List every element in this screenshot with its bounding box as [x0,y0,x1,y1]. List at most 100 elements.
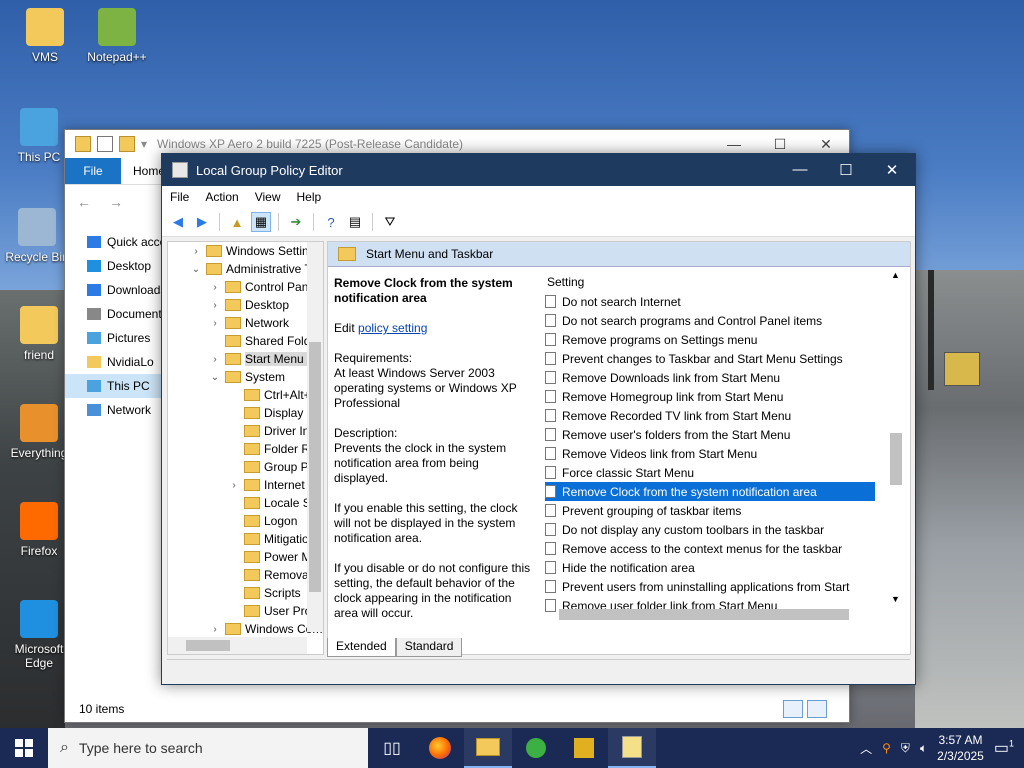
taskbar-app-button[interactable] [560,728,608,768]
expand-chevron-icon[interactable]: › [209,300,221,311]
scroll-down-icon[interactable]: ▼ [891,594,900,604]
tree-node[interactable]: Display [168,404,323,422]
setting-row[interactable]: Do not display any custom toolbars in th… [545,520,875,539]
tree-node[interactable]: Power Management [168,548,323,566]
tree-node[interactable]: Removable Storage Access [168,566,323,584]
back-arrow-icon[interactable]: ← [77,194,91,210]
taskbar-internet-explorer-button[interactable] [512,728,560,768]
setting-row[interactable]: Do not search Internet [545,292,875,311]
gpe-maximize-button[interactable]: ☐ [823,161,869,179]
tree-node[interactable]: ›Internet Communication Management [168,476,323,494]
filter-icon[interactable]: ⛛ [380,212,400,232]
explorer-close-button[interactable]: ✕ [803,136,849,153]
setting-row[interactable]: Remove Clock from the system notificatio… [545,482,875,501]
setting-row[interactable]: Remove Downloads link from Start Menu [545,368,875,387]
tree-node[interactable]: › Windows Settings [168,242,323,260]
scroll-up-icon[interactable]: ▲ [891,270,900,280]
setting-row[interactable]: Prevent users from uninstalling applicat… [545,577,875,596]
explorer-sidebar-item[interactable]: Desktop [65,254,163,278]
settings-vertical-scrollbar[interactable]: ▲ ▼ [888,268,904,606]
new-folder-icon[interactable] [119,136,135,152]
tree-node[interactable]: Scripts [168,584,323,602]
tree-node[interactable]: Ctrl+Alt+Del Options [168,386,323,404]
gpe-minimize-button[interactable]: — [777,161,823,179]
settings-hscroll-thumb[interactable] [559,609,849,620]
setting-row[interactable]: Remove access to the context menus for t… [545,539,875,558]
forward-icon[interactable]: ▶ [192,212,212,232]
menu-help[interactable]: Help [289,190,330,204]
setting-row[interactable]: Force classic Start Menu [545,463,875,482]
tree-node[interactable]: Group Policy [168,458,323,476]
desktop-icon-notepadpp[interactable]: Notepad++ [80,8,154,64]
tree-node[interactable]: › Control Panel [168,278,323,296]
explorer-sidebar-item[interactable]: Pictures [65,326,163,350]
details-view-button[interactable] [783,700,803,718]
menu-file[interactable]: File [162,190,197,204]
show-hide-tree-icon[interactable]: ▦ [251,212,271,232]
up-folder-icon[interactable]: ▲ [227,212,247,232]
taskbar-clock[interactable]: 3:57 AM 2/3/2025 [937,732,984,764]
notifications-icon[interactable]: ▭1 [994,738,1014,758]
desktop-icon-vms[interactable]: VMS [8,8,82,64]
explorer-minimize-button[interactable]: — [711,136,757,153]
tree-node[interactable]: Mitigation Options [168,530,323,548]
tree-node[interactable]: ⌄ System [168,368,323,386]
setting-column-header[interactable]: Setting [545,272,875,292]
setting-row[interactable]: Prevent changes to Taskbar and Start Men… [545,349,875,368]
tree-node[interactable]: ⌄Administrative Templates [168,260,323,278]
volume-icon[interactable]: 🔈︎ [920,741,927,756]
expand-chevron-icon[interactable]: › [190,246,202,257]
tab-extended[interactable]: Extended [327,638,396,657]
back-icon[interactable]: ◀ [168,212,188,232]
tree-node[interactable]: › Desktop [168,296,323,314]
settings-scroll-thumb[interactable] [890,433,902,485]
expand-chevron-icon[interactable]: › [228,480,240,491]
tree-vertical-scrollbar[interactable] [307,242,323,632]
search-tool-icon[interactable]: ⚲ [882,741,891,755]
gpe-title-bar[interactable]: Local Group Policy Editor — ☐ ✕ [162,154,915,186]
setting-row[interactable]: Hide the notification area [545,558,875,577]
dropdown-icon[interactable]: ▾ [141,137,147,151]
tree-node[interactable]: Shared Folders [168,332,323,350]
security-shield-icon[interactable]: ⛨ [901,741,910,756]
setting-row[interactable]: Do not search programs and Control Panel… [545,311,875,330]
tree-scroll-thumb[interactable] [309,342,321,592]
explorer-sidebar-item[interactable]: NvidiaLo [65,350,163,374]
forward-arrow-icon[interactable]: → [109,194,123,210]
setting-row[interactable]: Remove user's folders from the Start Men… [545,425,875,444]
task-view-button[interactable]: ▯▯ [368,728,416,768]
explorer-sidebar-item[interactable]: Quick access [65,230,163,254]
tree-node[interactable]: Driver Installation [168,422,323,440]
expand-chevron-icon[interactable]: › [209,354,221,365]
tree-node[interactable]: User Profiles [168,602,323,620]
menu-view[interactable]: View [247,190,289,204]
start-button[interactable] [0,728,48,768]
tree-node[interactable]: ›Start Menu and Taskbar [168,350,323,368]
explorer-maximize-button[interactable]: ☐ [757,136,803,153]
tree-node[interactable]: › Network [168,314,323,332]
properties-icon[interactable] [97,136,113,152]
setting-row[interactable]: Remove programs on Settings menu [545,330,875,349]
taskbar-explorer-button[interactable] [464,728,512,768]
explorer-sidebar-item[interactable]: Downloads [65,278,163,302]
tree-node[interactable]: Folder Redirection [168,440,323,458]
tree-node[interactable]: Logon [168,512,323,530]
properties-view-icon[interactable]: ▤ [345,212,365,232]
setting-row[interactable]: Remove Homegroup link from Start Menu [545,387,875,406]
explorer-sidebar-item[interactable]: Documents [65,302,163,326]
expand-chevron-icon[interactable]: › [209,624,221,635]
taskbar-gpedit-button[interactable] [608,728,656,768]
show-hidden-icons-icon[interactable]: ︿ [860,740,872,757]
taskbar-firefox-button[interactable] [416,728,464,768]
expand-chevron-icon[interactable]: › [209,282,221,293]
settings-horizontal-scrollbar[interactable] [541,606,893,623]
tree-node[interactable]: Locale Services [168,494,323,512]
expand-chevron-icon[interactable]: ⌄ [209,372,221,383]
expand-chevron-icon[interactable]: › [209,318,221,329]
tree-horizontal-scrollbar[interactable] [168,637,307,654]
help-icon[interactable]: ? [321,212,341,232]
setting-row[interactable]: Prevent grouping of taskbar items [545,501,875,520]
menu-action[interactable]: Action [197,190,246,204]
ribbon-file-tab[interactable]: File [65,158,121,184]
gpe-close-button[interactable]: ✕ [869,161,915,179]
